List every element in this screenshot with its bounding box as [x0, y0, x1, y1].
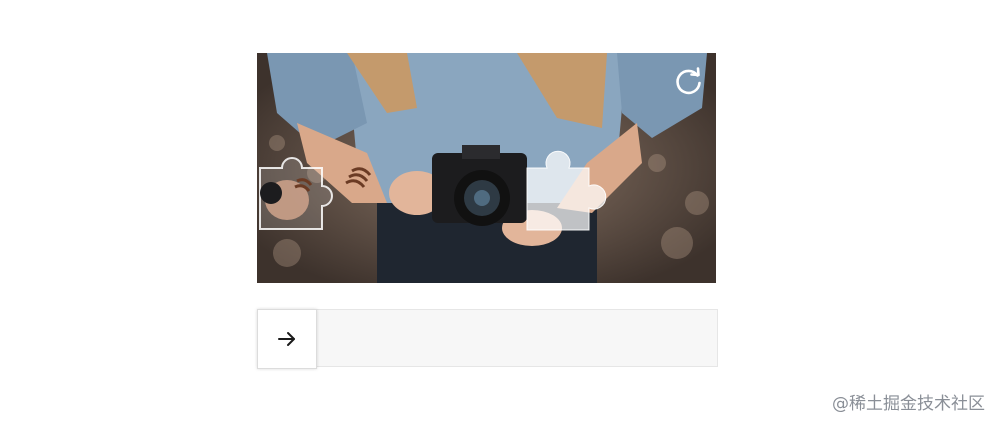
captcha-photo — [257, 53, 716, 283]
puzzle-piece — [259, 157, 333, 230]
slider-handle[interactable] — [257, 309, 317, 369]
arrow-right-icon — [278, 332, 295, 346]
watermark-text: @稀土掘金技术社区 — [832, 394, 985, 414]
refresh-icon — [676, 67, 701, 95]
refresh-button[interactable] — [674, 66, 704, 96]
slider-track[interactable] — [257, 309, 718, 367]
captcha-image — [257, 53, 716, 283]
